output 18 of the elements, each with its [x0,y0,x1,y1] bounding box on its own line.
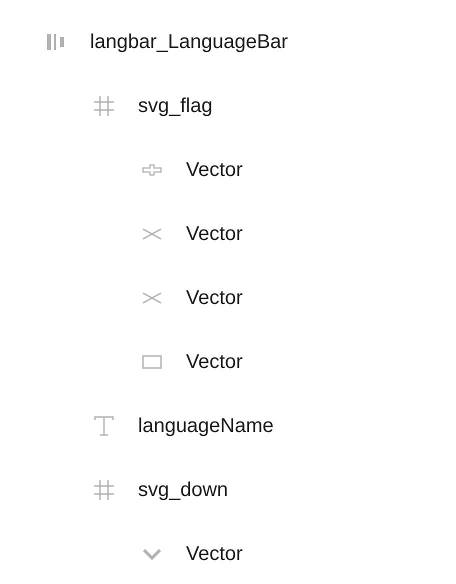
text-icon [94,416,114,436]
layer-name[interactable]: langbar_LanguageBar [90,30,288,54]
cross-icon [142,292,162,304]
cross-icon [142,228,162,240]
layer-name[interactable]: Vector [186,350,243,374]
layer-name[interactable]: svg_down [138,478,228,502]
layer-name[interactable]: svg_flag [138,94,212,118]
layer-name[interactable]: Vector [186,222,243,246]
frame-icon [94,480,114,500]
plus-icon [142,164,162,176]
layer-name[interactable]: Vector [186,286,243,310]
chevron-down-icon [142,548,162,560]
layer-name[interactable]: languageName [138,414,274,438]
layer-name[interactable]: Vector [186,158,243,182]
layer-name[interactable]: Vector [186,542,243,566]
rectangle-icon [142,355,162,369]
columns-icon [46,34,66,50]
frame-icon [94,96,114,116]
